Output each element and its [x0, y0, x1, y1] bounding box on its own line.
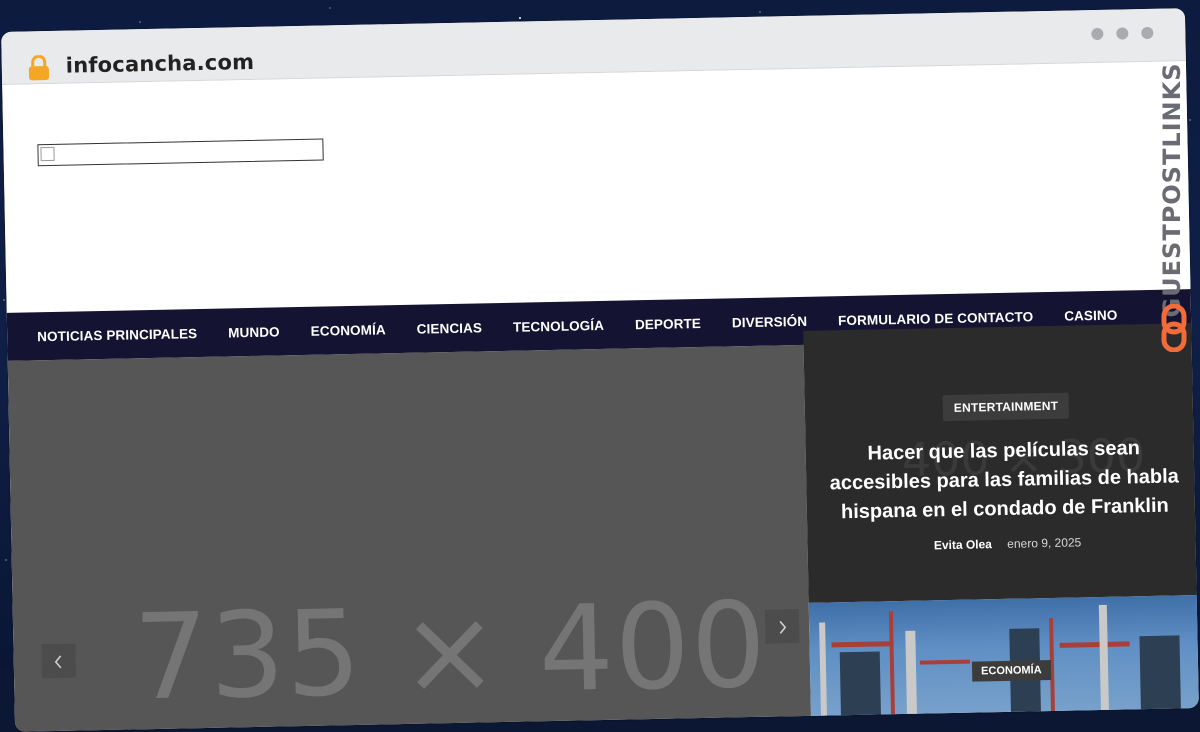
industrial-structure: [819, 622, 828, 723]
industrial-structure: [839, 651, 882, 723]
site-logo[interactable]: [37, 138, 324, 167]
nav-item-economia[interactable]: ECONOMÍA: [311, 322, 386, 339]
broken-image-icon: [40, 146, 55, 162]
slider-next-button[interactable]: [764, 609, 800, 644]
industrial-structure: [888, 611, 896, 722]
category-badge[interactable]: ENTERTAINMENT: [942, 392, 1070, 422]
industrial-structure: [831, 641, 892, 648]
chevron-left-icon: [54, 655, 62, 669]
category-badge[interactable]: ECONOMÍA: [971, 660, 1051, 682]
featured-post[interactable]: 400 × 300 ENTERTAINMENT Hacer que las pe…: [803, 322, 1199, 603]
window-controls: [1091, 26, 1154, 41]
lock-icon: [28, 54, 50, 81]
featured-post-meta: Evita Olea enero 9, 2025: [807, 533, 1198, 555]
watermark: GUESTPOSTLINKS: [1158, 54, 1188, 359]
window-dot-3[interactable]: [1141, 26, 1154, 40]
nav-item-deporte[interactable]: DEPORTE: [635, 315, 701, 331]
slider-placeholder-text: 735 × 400: [132, 575, 769, 727]
chevron-right-icon: [779, 621, 787, 635]
nav-item-ciencias[interactable]: CIENCIAS: [417, 320, 483, 336]
slider-prev-button[interactable]: [41, 643, 77, 679]
post-date: enero 9, 2025: [1007, 535, 1082, 551]
window-dot-1[interactable]: [1091, 27, 1104, 41]
featured-post-title[interactable]: Hacer que las películas sean accesibles …: [823, 433, 1185, 527]
nav-item-noticias-principales[interactable]: NOTICIAS PRINCIPALES: [37, 326, 197, 344]
site-header: [2, 61, 1191, 313]
nav-item-formulario-de-contacto[interactable]: FORMULARIO DE CONTACTO: [838, 309, 1033, 328]
industrial-structure: [905, 630, 918, 721]
main-slider[interactable]: 735 × 400: [7, 344, 812, 732]
nav-item-casino[interactable]: CASINO: [1064, 307, 1117, 323]
industrial-structure: [1059, 641, 1130, 648]
nav-item-mundo[interactable]: MUNDO: [228, 324, 280, 340]
window-dot-2[interactable]: [1116, 27, 1129, 40]
address-bar-url[interactable]: infocancha.com: [66, 50, 255, 78]
industrial-structure: [1098, 604, 1110, 718]
link-chain-icon: [1161, 304, 1187, 352]
nav-item-diversion[interactable]: DIVERSIÓN: [732, 313, 807, 330]
watermark-text: GUESTPOSTLINKS: [1158, 62, 1186, 318]
industrial-structure: [1139, 635, 1182, 717]
secondary-post-image[interactable]: ECONOMÍA: [808, 594, 1199, 723]
post-author[interactable]: Evita Olea: [934, 537, 992, 552]
browser-window: infocancha.com NOTICIAS PRINCIPALES MUND…: [1, 8, 1199, 732]
industrial-structure: [919, 659, 970, 665]
nav-item-tecnologia[interactable]: TECNOLOGÍA: [513, 317, 604, 334]
